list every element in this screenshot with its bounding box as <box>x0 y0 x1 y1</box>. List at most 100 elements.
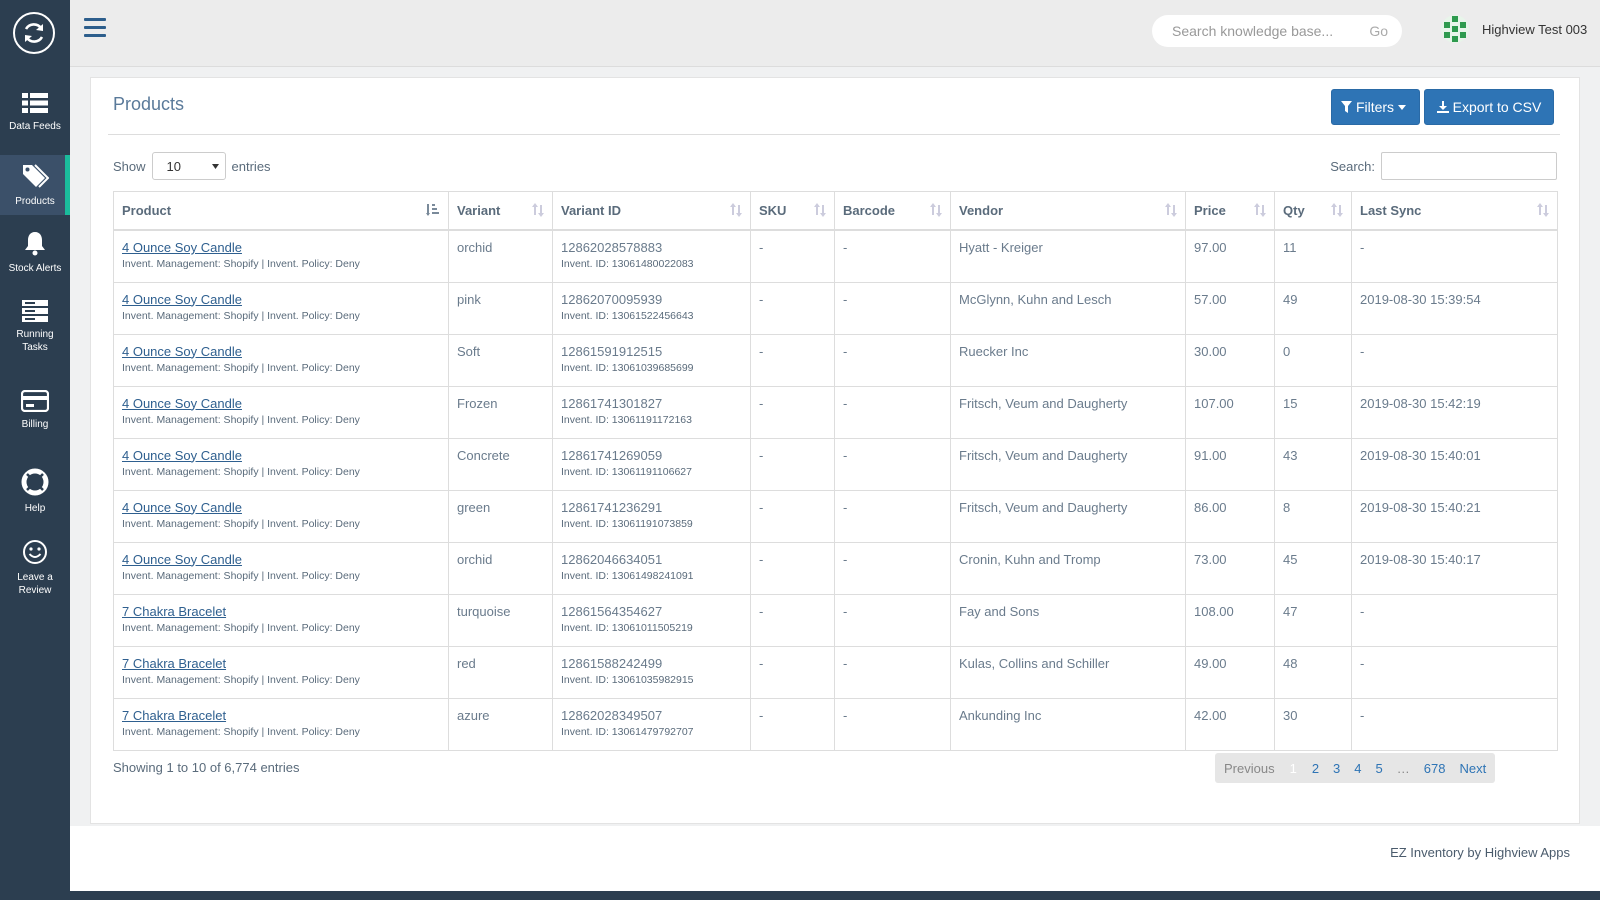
cell-qty: 49 <box>1274 281 1352 335</box>
sidebar-item-running-tasks[interactable]: Running Tasks <box>0 300 70 360</box>
knowledge-base-search-input[interactable] <box>1170 22 1354 40</box>
cell-qty: 30 <box>1274 697 1352 751</box>
hamburger-menu-icon[interactable] <box>84 18 106 38</box>
export-csv-button[interactable]: Export to CSV <box>1424 89 1554 125</box>
product-link[interactable]: 4 Ounce Soy Candle <box>122 292 242 307</box>
sort-ascending-icon <box>426 204 439 216</box>
page-button[interactable]: 3 <box>1326 761 1347 776</box>
page-button[interactable]: 4 <box>1347 761 1368 776</box>
inventory-meta: Invent. Management: Shopify | Invent. Po… <box>122 725 360 738</box>
product-link[interactable]: 7 Chakra Bracelet <box>122 708 226 723</box>
cell-variant-id: 12861741301827 Invent. ID: 13061191172163 <box>552 385 751 439</box>
cell-last-sync: 2019-08-30 15:40:01 <box>1351 437 1558 491</box>
sidebar-item-data-feeds[interactable]: Data Feeds <box>0 92 70 150</box>
column-header-sku[interactable]: SKU <box>750 191 835 231</box>
sort-icon <box>730 203 742 217</box>
divider <box>108 134 1560 135</box>
sidebar-item-billing[interactable]: Billing <box>0 390 70 438</box>
next-page-button[interactable]: Next <box>1452 761 1493 776</box>
cell-variant: azure <box>448 697 553 751</box>
column-label: Variant ID <box>561 203 621 218</box>
cell-price: 108.00 <box>1185 593 1275 647</box>
table-row: 4 Ounce Soy Candle Invent. Management: Sh… <box>113 281 1558 335</box>
column-header-variant[interactable]: Variant <box>448 191 553 231</box>
product-link[interactable]: 4 Ounce Soy Candle <box>122 552 242 567</box>
page-title: Products <box>113 94 185 114</box>
product-link[interactable]: 4 Ounce Soy Candle <box>122 240 242 255</box>
product-link[interactable]: 4 Ounce Soy Candle <box>122 396 242 411</box>
sidebar-item-products[interactable]: Products <box>0 155 70 215</box>
page-button-current[interactable]: 1 <box>1282 761 1305 776</box>
inventory-id: Invent. ID: 13061191106627 <box>561 465 692 478</box>
cell-last-sync: 2019-08-30 15:40:21 <box>1351 489 1558 543</box>
sidebar-item-label: Data Feeds <box>9 121 61 132</box>
cell-variant: green <box>448 489 553 543</box>
previous-page-button[interactable]: Previous <box>1217 761 1282 776</box>
page-button[interactable]: 2 <box>1305 761 1326 776</box>
go-button[interactable]: Go <box>1369 23 1388 39</box>
product-link[interactable]: 4 Ounce Soy Candle <box>122 344 242 359</box>
cell-qty: 47 <box>1274 593 1352 647</box>
cell-variant-id: 12861741236291 Invent. ID: 13061191073859 <box>552 489 751 543</box>
page-button[interactable]: 5 <box>1369 761 1390 776</box>
app-logo-icon[interactable] <box>13 12 55 54</box>
cell-variant-id: 12862028578883 Invent. ID: 13061480022083 <box>552 229 751 283</box>
footer-credit: EZ Inventory by Highview Apps <box>1390 845 1570 860</box>
product-link[interactable]: 4 Ounce Soy Candle <box>122 500 242 515</box>
product-link[interactable]: 4 Ounce Soy Candle <box>122 448 242 463</box>
cell-price: 57.00 <box>1185 281 1275 335</box>
cell-variant-id: 12861564354627 Invent. ID: 13061011505219 <box>552 593 751 647</box>
column-header-qty[interactable]: Qty <box>1274 191 1352 231</box>
cell-barcode: - <box>834 697 951 751</box>
cell-qty: 0 <box>1274 333 1352 387</box>
sort-icon <box>1254 203 1266 217</box>
cell-last-sync: 2019-08-30 15:39:54 <box>1351 281 1558 335</box>
table-search-input[interactable] <box>1381 152 1557 180</box>
cell-qty: 45 <box>1274 541 1352 595</box>
inventory-meta: Invent. Management: Shopify | Invent. Po… <box>122 569 360 582</box>
sidebar-item-help[interactable]: Help <box>0 468 70 516</box>
cell-vendor: Fritsch, Veum and Daugherty <box>950 489 1186 543</box>
column-header-variant-id[interactable]: Variant ID <box>552 191 751 231</box>
top-bar: Go Highview Test 003 <box>70 0 1600 67</box>
cell-qty: 8 <box>1274 489 1352 543</box>
sort-icon <box>930 203 942 217</box>
cell-sku: - <box>750 437 835 491</box>
sidebar-item-stock-alerts[interactable]: Stock Alerts <box>0 230 70 286</box>
page-size-select[interactable]: 10 <box>151 152 226 180</box>
inventory-meta: Invent. Management: Shopify | Invent. Po… <box>122 361 360 374</box>
product-link[interactable]: 7 Chakra Bracelet <box>122 656 226 671</box>
cell-product: 4 Ounce Soy Candle Invent. Management: Sh… <box>113 437 449 491</box>
table-header-row: Product Variant Variant ID SKU Barcode V… <box>113 191 1558 231</box>
column-label: SKU <box>759 203 787 218</box>
cell-variant-id: 12861591912515 Invent. ID: 13061039685699 <box>552 333 751 387</box>
cell-barcode: - <box>834 281 951 335</box>
table-row: 7 Chakra Bracelet Invent. Management: Sho… <box>113 593 1558 647</box>
cell-sku: - <box>750 489 835 543</box>
cell-qty: 43 <box>1274 437 1352 491</box>
table-row: 4 Ounce Soy Candle Invent. Management: Sh… <box>113 333 1558 387</box>
column-header-product[interactable]: Product <box>113 191 449 231</box>
cell-barcode: - <box>834 229 951 283</box>
product-link[interactable]: 7 Chakra Bracelet <box>122 604 226 619</box>
cell-vendor: Ruecker Inc <box>950 333 1186 387</box>
inventory-id: Invent. ID: 13061498241091 <box>561 569 694 582</box>
column-header-barcode[interactable]: Barcode <box>834 191 951 231</box>
cell-price: 97.00 <box>1185 229 1275 283</box>
user-menu[interactable]: Highview Test 003 <box>1440 14 1587 44</box>
page-button-last[interactable]: 678 <box>1417 761 1453 776</box>
sidebar-item-label: Help <box>24 503 46 514</box>
column-header-last-sync[interactable]: Last Sync <box>1351 191 1558 231</box>
cell-last-sync: - <box>1351 593 1558 647</box>
sidebar-item-leave-review[interactable]: Leave a Review <box>0 539 70 599</box>
inventory-id: Invent. ID: 13061191073859 <box>561 517 693 530</box>
sort-icon <box>1165 203 1177 217</box>
table-row: 4 Ounce Soy Candle Invent. Management: Sh… <box>113 437 1558 491</box>
column-header-price[interactable]: Price <box>1185 191 1275 231</box>
cell-price: 42.00 <box>1185 697 1275 751</box>
column-header-vendor[interactable]: Vendor <box>950 191 1186 231</box>
show-label: Show <box>113 158 146 174</box>
filters-button[interactable]: Filters <box>1331 89 1420 125</box>
products-table: Product Variant Variant ID SKU Barcode V… <box>113 191 1558 751</box>
inventory-meta: Invent. Management: Shopify | Invent. Po… <box>122 258 360 270</box>
